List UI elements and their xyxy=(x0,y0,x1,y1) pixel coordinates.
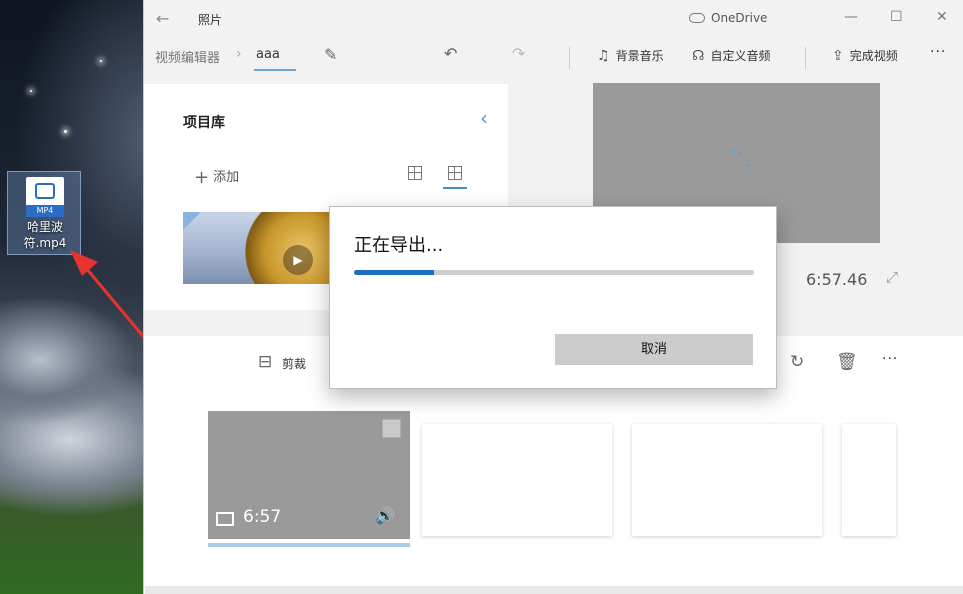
rotate-icon[interactable]: ↻ xyxy=(790,352,804,372)
clip-select-checkbox[interactable] xyxy=(382,419,401,438)
custom-audio-button[interactable]: ☊ 自定义音频 xyxy=(692,47,770,64)
title-bar: ← 照片 OneDrive — ☐ ✕ xyxy=(144,0,963,38)
redo-icon[interactable]: ↷ xyxy=(512,44,525,63)
trim-icon: ⊟ xyxy=(258,352,273,372)
breadcrumb-video-editor[interactable]: 视频编辑器 xyxy=(155,47,220,66)
add-media-button[interactable]: + 添加 xyxy=(194,166,239,188)
maximize-icon[interactable]: ☐ xyxy=(890,9,903,25)
app-title: 照片 xyxy=(198,13,223,27)
minimize-icon[interactable]: — xyxy=(844,9,858,25)
project-name[interactable]: aaa xyxy=(256,47,280,62)
empty-storyboard-slot xyxy=(422,424,612,536)
export-progress-fill xyxy=(354,270,434,275)
onedrive-status[interactable]: OneDrive xyxy=(689,11,767,25)
toolbar-divider xyxy=(805,47,806,69)
thumbnail-corner-marker xyxy=(183,212,201,230)
share-icon: ⇪ xyxy=(832,48,844,64)
undo-icon[interactable]: ↶ xyxy=(444,44,457,63)
rename-pencil-icon[interactable]: ✎ xyxy=(324,45,337,64)
grid-view-selected-indicator xyxy=(443,187,467,189)
cancel-export-button[interactable]: 取消 xyxy=(555,334,753,365)
add-media-label: 添加 xyxy=(213,170,240,185)
clip-more-button[interactable]: ··· xyxy=(882,351,898,367)
trim-button[interactable]: 剪裁 xyxy=(282,355,306,372)
loading-spinner-dot xyxy=(747,164,750,167)
library-title: 项目库 xyxy=(183,115,225,131)
music-note-icon: ♫ xyxy=(597,48,610,64)
watermark-text: https://blog.csdn.net/Clellee xyxy=(758,568,918,583)
cloud-icon xyxy=(689,13,705,23)
background-music-button[interactable]: ♫ 背景音乐 xyxy=(597,47,664,64)
editor-toolbar: 视频编辑器 › aaa ✎ ↶ ↷ ♫ 背景音乐 ☊ 自定义音频 ⇪ 完成视频 ··· xyxy=(144,38,963,78)
export-dialog-title: 正在导出... xyxy=(354,235,444,256)
delete-icon[interactable]: 🗑 xyxy=(836,352,858,372)
toolbar-divider xyxy=(569,47,570,69)
breadcrumb-separator-icon: › xyxy=(236,46,242,62)
storyboard: 6:57 🔊 xyxy=(144,390,963,594)
film-icon xyxy=(216,512,234,526)
export-progress-bar xyxy=(354,270,754,275)
plus-icon: + xyxy=(194,167,210,188)
clip-selection-bar xyxy=(208,543,410,547)
finish-video-button[interactable]: ⇪ 完成视频 xyxy=(832,47,898,64)
export-dialog: 正在导出... 取消 xyxy=(329,206,777,389)
background-window-strip xyxy=(145,586,963,594)
total-duration: 6:57.46 xyxy=(806,270,868,289)
small-grid-view-icon[interactable] xyxy=(448,166,462,180)
custom-audio-label: 自定义音频 xyxy=(710,49,771,63)
loading-spinner-dot xyxy=(739,152,742,155)
library-video-thumbnail[interactable]: ▶ xyxy=(183,212,331,284)
background-music-label: 背景音乐 xyxy=(615,49,664,63)
finish-video-label: 完成视频 xyxy=(849,49,898,63)
close-icon[interactable]: ✕ xyxy=(936,9,948,25)
large-grid-view-icon[interactable] xyxy=(408,166,422,180)
expand-fullscreen-icon[interactable]: ⤢ xyxy=(886,268,898,286)
empty-storyboard-slot xyxy=(842,424,896,536)
storyboard-clip[interactable]: 6:57 🔊 xyxy=(208,411,410,539)
back-arrow-icon[interactable]: ← xyxy=(156,9,169,28)
loading-spinner-dot xyxy=(732,150,735,153)
play-icon: ▶ xyxy=(283,245,313,275)
more-options-button[interactable]: ··· xyxy=(930,44,946,60)
volume-icon[interactable]: 🔊 xyxy=(375,506,395,525)
person-audio-icon: ☊ xyxy=(692,48,705,64)
empty-storyboard-slot xyxy=(632,424,822,536)
clip-duration: 6:57 xyxy=(243,507,282,527)
project-name-underline xyxy=(254,69,296,71)
onedrive-label: OneDrive xyxy=(711,11,768,25)
collapse-chevron-icon[interactable]: ‹ xyxy=(480,106,488,130)
